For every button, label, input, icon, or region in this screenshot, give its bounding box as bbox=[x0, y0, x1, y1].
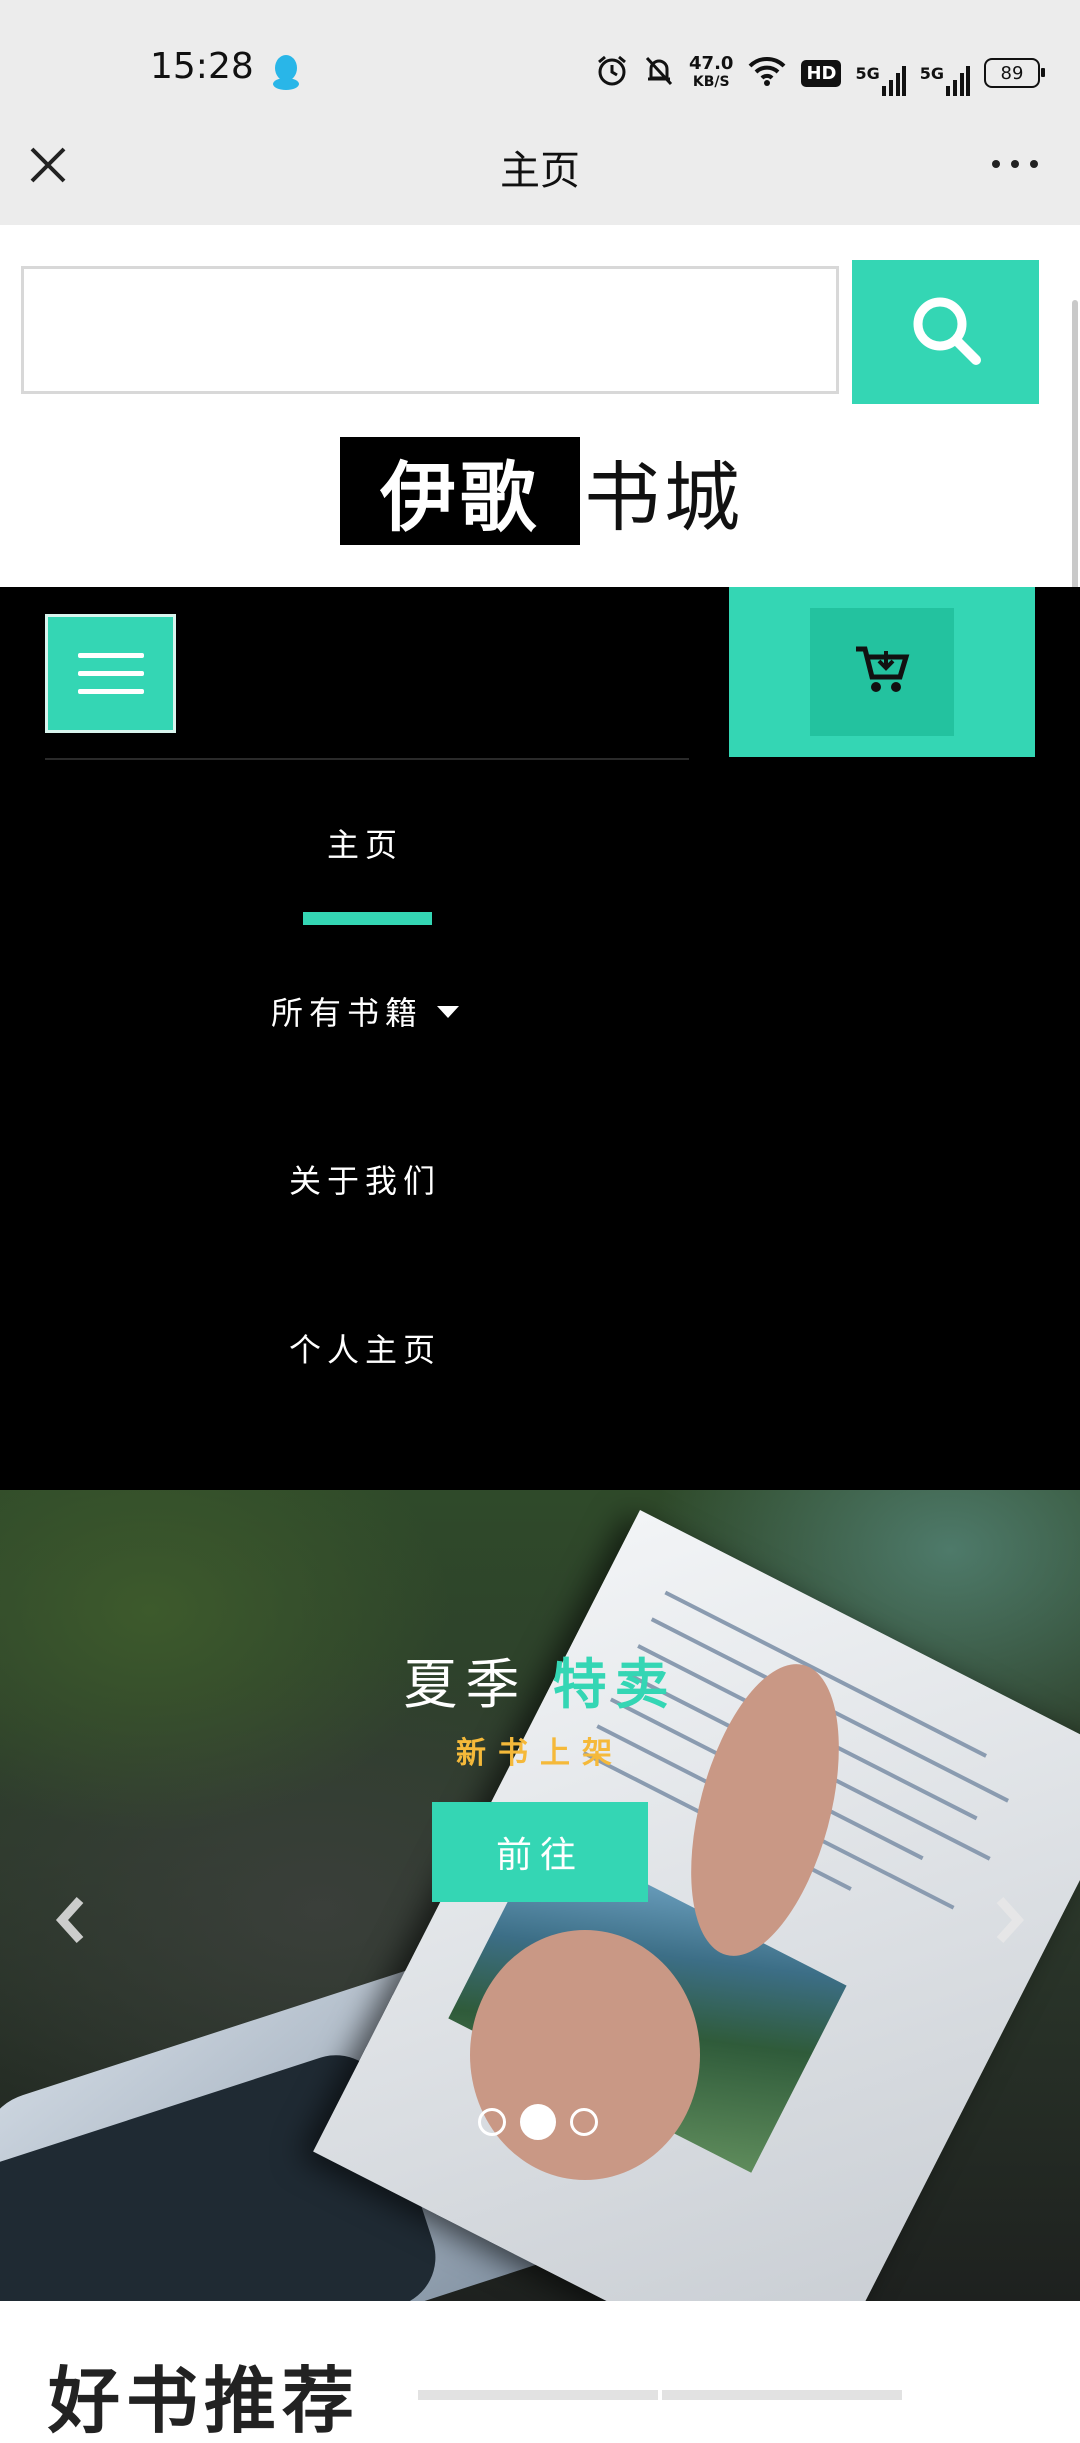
wifi-icon bbox=[747, 55, 787, 91]
carousel-next-icon[interactable] bbox=[990, 1890, 1030, 1950]
carousel-indicators bbox=[478, 2104, 598, 2140]
nav-item-home[interactable]: 主页 bbox=[0, 820, 730, 866]
logo-highlight: 伊歌 bbox=[340, 437, 580, 545]
banner-title-plain: 夏季 bbox=[403, 1653, 528, 1716]
hero-carousel[interactable]: 夏季 特卖 新书上架 前往 bbox=[0, 1490, 1080, 2301]
mute-bell-icon bbox=[643, 54, 675, 92]
cart-icon bbox=[854, 645, 910, 699]
hamburger-menu-button[interactable] bbox=[45, 614, 176, 733]
search-icon bbox=[908, 292, 984, 372]
alarm-icon bbox=[595, 54, 629, 92]
status-icons: 47.0 KB/S HD 5G 5G 89 bbox=[595, 48, 1045, 98]
search-input[interactable] bbox=[21, 266, 839, 394]
cart-icon-box bbox=[810, 608, 954, 736]
signal-1-label: 5G bbox=[855, 63, 880, 83]
cart-button[interactable] bbox=[729, 587, 1035, 757]
banner-go-button[interactable]: 前往 bbox=[432, 1802, 648, 1902]
page-title: 主页 bbox=[500, 148, 580, 194]
signal-2-label: 5G bbox=[919, 63, 944, 83]
network-speed: 47.0 KB/S bbox=[689, 55, 733, 91]
hd-badge: HD bbox=[801, 59, 842, 87]
nav-item-all-books[interactable]: 所有书籍 bbox=[0, 988, 730, 1034]
network-speed-value: 47.0 bbox=[689, 53, 734, 74]
battery-indicator: 89 bbox=[984, 58, 1045, 88]
product-card-edge bbox=[418, 2390, 658, 2400]
banner-subtitle: 新书上架 bbox=[456, 1736, 624, 1771]
banner-title-accent: 特卖 bbox=[552, 1653, 677, 1716]
site-logo[interactable]: 伊歌 书城 bbox=[340, 437, 744, 545]
dropdown-caret-icon bbox=[437, 1006, 459, 1018]
logo-text: 书城 bbox=[584, 453, 744, 542]
nav-item-about[interactable]: 关于我们 bbox=[0, 1156, 730, 1202]
section-heading: 好书推荐 bbox=[48, 2359, 361, 2443]
signal-1: 5G bbox=[855, 63, 906, 96]
status-time: 15:28 bbox=[150, 46, 254, 87]
product-card-edge bbox=[662, 2390, 902, 2400]
carousel-dot[interactable] bbox=[478, 2108, 506, 2136]
nav-active-indicator bbox=[303, 912, 432, 925]
signal-2: 5G bbox=[919, 63, 970, 96]
nav-divider bbox=[45, 758, 689, 760]
nav-item-all-books-label: 所有书籍 bbox=[270, 994, 423, 1032]
more-options-icon[interactable] bbox=[992, 160, 1038, 168]
qq-notification-icon bbox=[270, 52, 302, 96]
carousel-dot[interactable] bbox=[570, 2108, 598, 2136]
network-speed-unit: KB/S bbox=[692, 74, 730, 90]
nav-item-profile[interactable]: 个人主页 bbox=[0, 1325, 730, 1371]
banner-title: 夏季 特卖 bbox=[0, 1640, 1080, 1719]
carousel-prev-icon[interactable] bbox=[50, 1890, 90, 1950]
carousel-dot[interactable] bbox=[520, 2104, 556, 2140]
banner-photo-hand-lower bbox=[470, 1930, 700, 2180]
search-button[interactable] bbox=[852, 260, 1039, 404]
